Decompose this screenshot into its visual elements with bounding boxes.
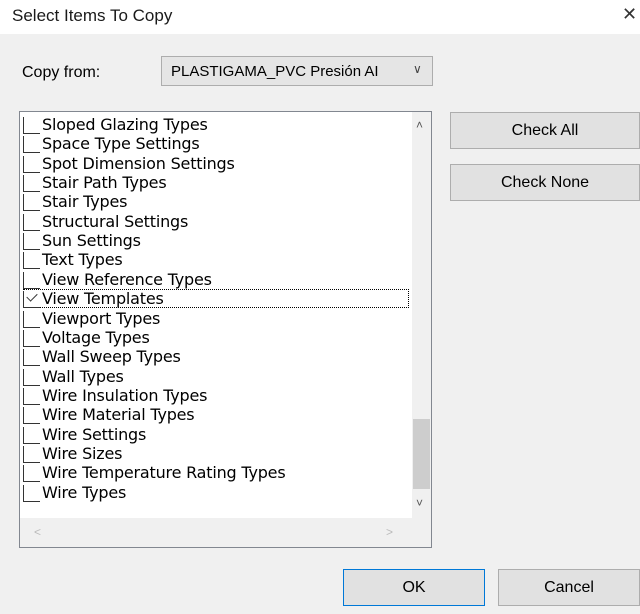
- list-item-label: View Reference Types: [42, 269, 212, 289]
- copy-from-dropdown[interactable]: PLASTIGAMA_PVC Presión AI ∨: [161, 56, 433, 86]
- check-all-button[interactable]: Check All: [450, 112, 640, 149]
- copy-from-label: Copy from:: [22, 64, 101, 81]
- scroll-down-arrow-icon[interactable]: ˅: [416, 496, 423, 510]
- checkbox[interactable]: [23, 407, 40, 425]
- vertical-scrollbar[interactable]: ˄ ˅: [412, 112, 431, 518]
- list-item-label: Voltage Types: [42, 327, 150, 347]
- list-item[interactable]: Wire Settings: [23, 425, 409, 444]
- list-item-label: View Templates: [42, 289, 164, 309]
- list-item-label: Wall Sweep Types: [42, 347, 181, 367]
- checkbox[interactable]: [23, 465, 40, 483]
- list-item-label: Wire Material Types: [42, 405, 195, 425]
- vertical-scroll-thumb[interactable]: [413, 419, 430, 489]
- list-item-label: Spot Dimension Settings: [42, 153, 235, 173]
- list-item[interactable]: Space Type Settings: [23, 134, 409, 154]
- checkbox[interactable]: [23, 349, 40, 367]
- list-item[interactable]: Wire Sizes: [23, 444, 409, 463]
- list-item[interactable]: Stair Path Types: [23, 173, 409, 193]
- check-none-button[interactable]: Check None: [450, 164, 640, 201]
- checkbox[interactable]: [23, 387, 40, 405]
- checkbox[interactable]: [23, 291, 40, 309]
- checkbox[interactable]: [23, 271, 40, 289]
- checkbox[interactable]: [23, 233, 40, 251]
- items-checklist[interactable]: Sloped Glazing Types Space Type Settings S…: [19, 111, 432, 548]
- list-item-label: Wall Types: [42, 366, 124, 386]
- copy-from-value: PLASTIGAMA_PVC Presión AI: [171, 63, 379, 80]
- list-item[interactable]: Wire Types: [23, 483, 409, 502]
- list-item-label: Text Types: [42, 250, 123, 270]
- list-item[interactable]: Sun Settings: [23, 231, 409, 251]
- list-item[interactable]: Viewport Types: [23, 309, 409, 328]
- title-bar: Select Items To Copy ✕: [0, 0, 640, 34]
- list-item[interactable]: Stair Types: [23, 192, 409, 212]
- checkbox[interactable]: [23, 136, 40, 154]
- list-item-label: Sloped Glazing Types: [42, 115, 208, 134]
- checkbox[interactable]: [23, 445, 40, 463]
- close-icon[interactable]: ✕: [622, 4, 637, 25]
- chevron-down-icon: ∨: [413, 62, 422, 76]
- list-item[interactable]: Wire Material Types: [23, 405, 409, 425]
- horizontal-scrollbar[interactable]: < >: [20, 518, 412, 547]
- ok-button[interactable]: OK: [343, 569, 485, 606]
- checkbox[interactable]: [23, 426, 40, 444]
- checkbox[interactable]: [23, 329, 40, 347]
- list-item[interactable]: View Templates: [23, 289, 409, 309]
- scroll-up-arrow-icon[interactable]: ˄: [416, 118, 423, 132]
- list-item[interactable]: Structural Settings: [23, 212, 409, 231]
- dialog-title: Select Items To Copy: [12, 6, 173, 25]
- list-item-label: Stair Path Types: [42, 173, 167, 193]
- list-item-label: Sun Settings: [42, 231, 141, 251]
- scrollbar-corner: [412, 518, 431, 547]
- cancel-button[interactable]: Cancel: [498, 569, 640, 606]
- list-item[interactable]: Spot Dimension Settings: [23, 154, 409, 173]
- list-item-label: Wire Sizes: [42, 443, 123, 463]
- list-item[interactable]: Wire Temperature Rating Types: [23, 463, 409, 483]
- list-item-label: Viewport Types: [42, 308, 161, 328]
- list-item[interactable]: Voltage Types: [23, 328, 409, 347]
- list-item[interactable]: View Reference Types: [23, 270, 409, 289]
- list-item-label: Stair Types: [42, 192, 128, 212]
- checkbox[interactable]: [23, 252, 40, 270]
- list-item[interactable]: Sloped Glazing Types: [23, 115, 409, 134]
- list-item[interactable]: Text Types: [23, 250, 409, 270]
- list-item-label: Structural Settings: [42, 211, 189, 231]
- checkbox[interactable]: [23, 194, 40, 212]
- checkbox[interactable]: [23, 213, 40, 231]
- list-item-label: Wire Temperature Rating Types: [42, 463, 286, 483]
- list-item[interactable]: Wall Types: [23, 367, 409, 386]
- checkbox[interactable]: [23, 155, 40, 173]
- checkbox[interactable]: [23, 484, 40, 502]
- checkbox[interactable]: [23, 175, 40, 193]
- list-item-label: Wire Types: [42, 482, 127, 502]
- checklist-items: Sloped Glazing Types Space Type Settings S…: [20, 112, 412, 518]
- list-item-label: Space Type Settings: [42, 134, 200, 154]
- checkbox[interactable]: [23, 310, 40, 328]
- list-item[interactable]: Wire Insulation Types: [23, 386, 409, 405]
- scroll-right-arrow-icon[interactable]: >: [386, 525, 393, 539]
- list-item-label: Wire Settings: [42, 424, 147, 444]
- list-item-label: Wire Insulation Types: [42, 385, 208, 405]
- checkbox[interactable]: [23, 117, 40, 134]
- scroll-left-arrow-icon[interactable]: <: [34, 525, 41, 539]
- checkbox[interactable]: [23, 368, 40, 386]
- list-item[interactable]: Wall Sweep Types: [23, 347, 409, 367]
